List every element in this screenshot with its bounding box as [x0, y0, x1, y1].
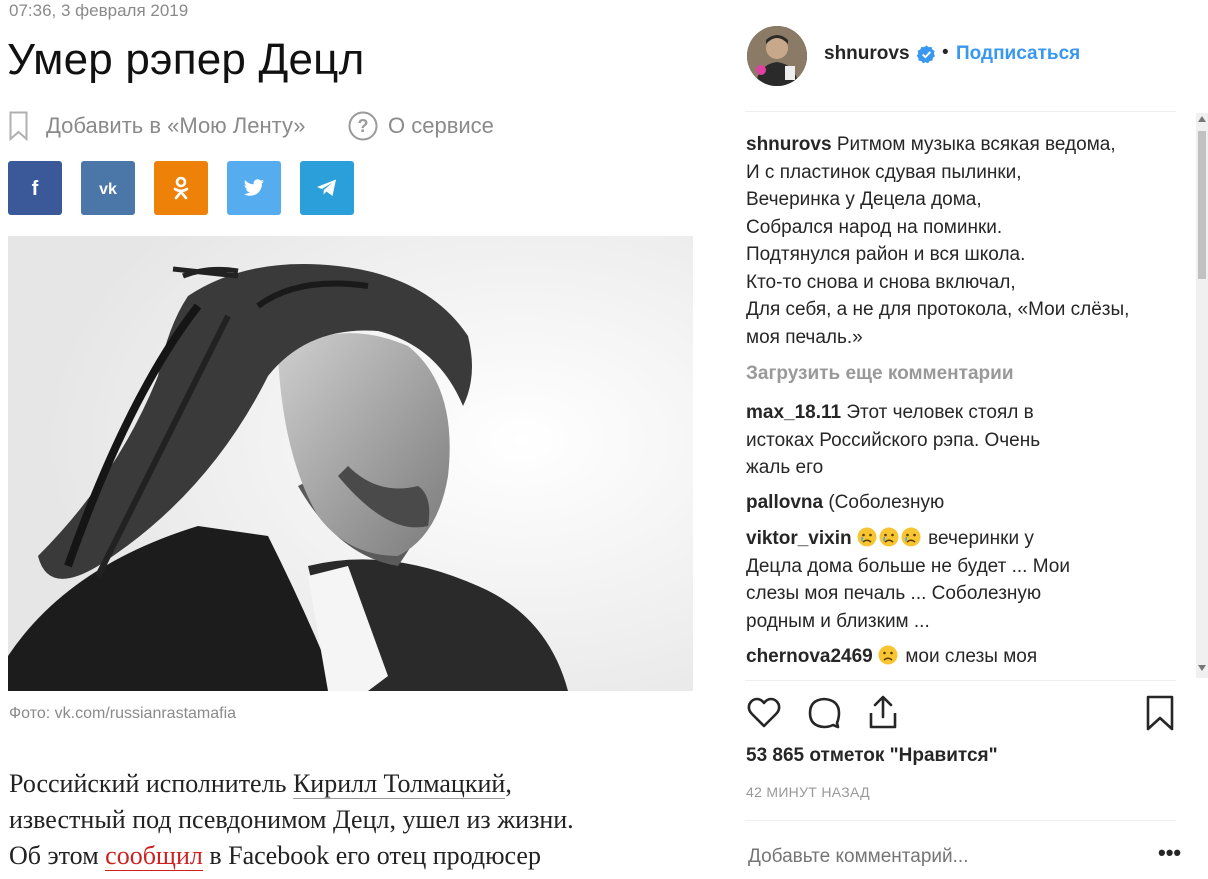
source-link[interactable]: сообщил	[105, 841, 203, 871]
list-item: chernova2469 мои слезы моя	[746, 643, 1166, 671]
bookmark-icon	[9, 111, 28, 141]
like-heart-icon[interactable]	[746, 695, 782, 731]
sad-face-icon	[878, 645, 898, 665]
caption: shnurovs Ритмом музыка всякая ведома, И …	[746, 131, 1166, 351]
divider	[745, 680, 1176, 681]
caption-line: Собрался народ на поминки.	[746, 216, 1003, 238]
comment-text: Этот человек стоял в	[846, 402, 1034, 423]
article-lead: Российский исполнитель Кирилл Толмацкий,…	[9, 766, 699, 874]
divider	[745, 111, 1176, 112]
article: 07:36, 3 февраля 2019 Умер рэпер Децл До…	[0, 0, 720, 879]
avatar-image	[747, 26, 807, 86]
comment-text: вечеринки у	[928, 528, 1034, 549]
scrollbar-thumb[interactable]	[1198, 131, 1206, 279]
instagram-embed: shnurovs • Подписаться shnurovs Ритмом м…	[720, 0, 1208, 879]
comment-text: (Соболезную	[828, 492, 945, 513]
likes-count[interactable]: 53 865 отметок "Нравится"	[746, 745, 998, 767]
comment-text: слезы моя печаль ... Соболезную	[746, 583, 1042, 604]
comment-username[interactable]: max_18.11	[746, 402, 841, 423]
lead-text: Российский исполнитель	[9, 769, 293, 798]
follow-button[interactable]: Подписаться	[956, 43, 1080, 65]
verified-badge-icon	[917, 45, 935, 64]
comment-text: родным и близким ...	[746, 610, 930, 632]
photo-caption: Фото: vk.com/russianrastamafia	[9, 705, 237, 722]
profile-username[interactable]: shnurovs	[824, 43, 910, 65]
about-service-link[interactable]: ? О сервисе	[348, 109, 494, 143]
caption-line: Для себя, а не для протокола, «Мои слёзы…	[746, 299, 1130, 320]
twitter-icon	[243, 179, 264, 196]
share-ok-button[interactable]	[154, 161, 208, 215]
comment-text: Децла дома больше не будет ... Мои	[746, 555, 1070, 577]
caption-line: И с пластинок сдувая пылинки,	[746, 161, 1022, 183]
lead-text: в Facebook его отец продюсер	[202, 841, 541, 870]
portrait-image	[8, 236, 693, 691]
odnoklassniki-icon	[173, 176, 189, 200]
svg-text:vk: vk	[99, 181, 117, 197]
caption-line: моя печаль.»	[746, 326, 863, 348]
add-comment-input[interactable]	[746, 845, 1130, 869]
share-telegram-button[interactable]	[300, 161, 354, 215]
comment-text: мои слезы моя	[905, 646, 1038, 667]
scroll-down-arrow-icon[interactable]	[1198, 665, 1206, 671]
comment-bubble-icon[interactable]	[806, 695, 842, 731]
caption-line: Вечеринка у Децела дома,	[746, 189, 982, 210]
lead-text: известный под псевдонимом Децл, ушел из …	[9, 805, 574, 834]
load-more-comments-button[interactable]: Загрузить еще комментарии	[746, 363, 1014, 384]
article-dateline: 07:36, 3 февраля 2019	[9, 1, 189, 20]
comment-username[interactable]: viktor_vixin	[746, 528, 852, 549]
svg-text:?: ?	[358, 116, 369, 136]
separator-dot: •	[942, 42, 949, 63]
question-icon: ?	[348, 111, 378, 141]
caption-username[interactable]: shnurovs	[746, 134, 832, 155]
add-to-feed-button[interactable]: Добавить в «Мою Ленту»	[9, 109, 305, 143]
comments-scrollbar[interactable]	[1196, 113, 1208, 678]
more-options-button[interactable]: •••	[1158, 840, 1181, 866]
share-twitter-button[interactable]	[227, 161, 281, 215]
vk-icon: vk	[99, 181, 117, 197]
comment-text: истоках Российского рэпа. Очень	[746, 429, 1041, 451]
list-item: viktor_vixin вечеринки у Децла дома боль…	[746, 525, 1106, 635]
caption-line: Подтянулся район и вся школа.	[746, 244, 1026, 265]
share-upload-icon[interactable]	[866, 693, 900, 731]
list-item: max_18.11 Этот человек стоял в истоках Р…	[746, 399, 1086, 482]
share-facebook-button[interactable]: f	[8, 161, 62, 215]
article-headline: Умер рэпер Децл	[7, 35, 365, 84]
post-timestamp: 42 МИНУТ НАЗАД	[746, 784, 870, 800]
about-service-label: О сервисе	[388, 113, 494, 138]
comments-list: shnurovs Ритмом музыка всякая ведома, И …	[746, 131, 1166, 676]
load-more-row: Загрузить еще комментарии	[746, 360, 1166, 388]
crying-face-icon	[879, 527, 899, 547]
comment-username[interactable]: pallovna	[746, 492, 823, 513]
comment-username[interactable]: chernova2469	[746, 646, 873, 667]
facebook-icon: f	[32, 178, 39, 198]
avatar[interactable]	[747, 26, 807, 86]
article-photo	[8, 236, 693, 691]
comment-text: жаль его	[746, 457, 824, 478]
save-bookmark-icon[interactable]	[1144, 694, 1176, 732]
divider	[745, 820, 1176, 821]
lead-text: ,	[505, 769, 512, 798]
share-vk-button[interactable]: vk	[81, 161, 135, 215]
person-link[interactable]: Кирилл Толмацкий	[292, 769, 506, 799]
caption-line: Кто-то снова и снова включал,	[746, 271, 1016, 293]
list-item: pallovna (Соболезную	[746, 489, 1166, 517]
scroll-up-arrow-icon[interactable]	[1198, 116, 1206, 122]
lead-text: Об этом	[9, 841, 106, 870]
crying-face-icon	[857, 527, 877, 547]
crying-face-icon	[901, 527, 921, 547]
svg-text:f: f	[32, 178, 39, 198]
add-to-feed-label: Добавить в «Мою Ленту»	[46, 113, 306, 138]
caption-line: Ритмом музыка всякая ведома,	[836, 134, 1116, 155]
telegram-icon	[317, 179, 336, 196]
